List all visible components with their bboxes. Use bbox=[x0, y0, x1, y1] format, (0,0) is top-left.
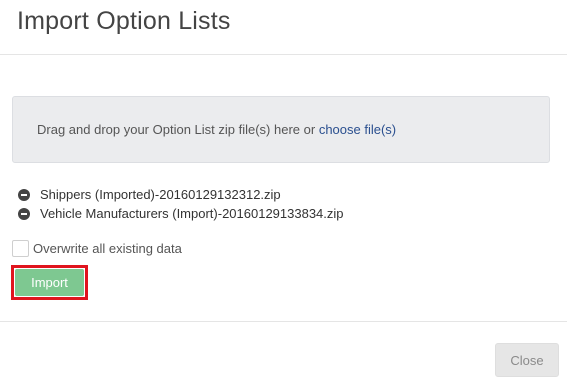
dialog-title: Import Option Lists bbox=[17, 7, 231, 35]
dialog-header: Import Option Lists bbox=[0, 0, 567, 55]
file-name: Vehicle Manufacturers (Import)-201601291… bbox=[40, 206, 344, 221]
minus-circle-icon[interactable] bbox=[18, 207, 30, 220]
import-button[interactable]: Import bbox=[15, 269, 84, 296]
dialog-footer: Close bbox=[0, 321, 567, 386]
overwrite-checkbox[interactable] bbox=[12, 240, 29, 257]
file-name: Shippers (Imported)-20160129132312.zip bbox=[40, 187, 281, 202]
close-button[interactable]: Close bbox=[495, 343, 559, 377]
file-item: Shippers (Imported)-20160129132312.zip bbox=[18, 185, 344, 204]
choose-files-link[interactable]: choose file(s) bbox=[319, 122, 396, 137]
dropzone-instruction: Drag and drop your Option List zip file(… bbox=[37, 122, 319, 137]
file-dropzone[interactable]: Drag and drop your Option List zip file(… bbox=[12, 96, 550, 163]
file-item: Vehicle Manufacturers (Import)-201601291… bbox=[18, 204, 344, 223]
dropzone-text: Drag and drop your Option List zip file(… bbox=[37, 122, 396, 137]
import-highlight-box: Import bbox=[11, 265, 88, 300]
minus-circle-icon[interactable] bbox=[18, 188, 30, 201]
overwrite-option[interactable]: Overwrite all existing data bbox=[12, 240, 182, 257]
selected-files-list: Shippers (Imported)-20160129132312.zip V… bbox=[18, 185, 344, 223]
overwrite-label: Overwrite all existing data bbox=[33, 241, 182, 256]
